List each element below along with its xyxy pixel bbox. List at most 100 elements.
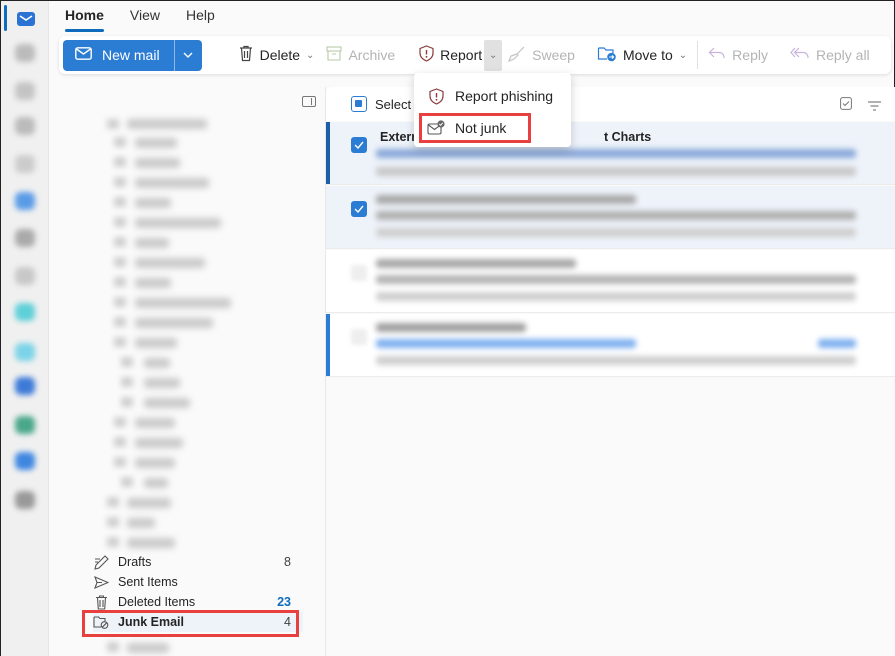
report-phishing-menu-item[interactable]: Report phishing [414,81,571,111]
tab-view[interactable]: View [130,5,160,31]
message-list-header: Select [326,87,895,121]
folder-label: Drafts [118,555,152,569]
message-body-blurred [376,167,856,176]
archive-icon [326,46,342,64]
chevron-down-icon: ⌄ [678,49,688,61]
chevron-down-icon: ⌄ [488,49,498,61]
message-checkbox[interactable] [351,329,367,345]
chevron-down-icon[interactable]: ⌄ [306,50,314,61]
new-mail-label: New mail [102,47,160,63]
message-preview-blurred [376,149,856,158]
message-row[interactable] [326,186,895,249]
message-row[interactable] [326,314,895,377]
attach-app-icon[interactable] [15,155,35,173]
delete-button[interactable]: Delete ⌄ [232,40,321,71]
message-body-blurred [376,356,856,365]
active-app-indicator [4,5,7,31]
tab-home[interactable]: Home [65,5,104,32]
move-to-button[interactable]: Move to ⌄ [591,40,693,71]
sweep-button[interactable]: Sweep [502,40,581,71]
message-sender-blurred [376,259,576,268]
report-dropdown-button[interactable]: ⌄ [484,39,503,71]
new-mail-split-button: New mail [63,39,202,71]
people-app-icon[interactable] [15,82,35,100]
new-mail-button[interactable]: New mail [63,39,174,71]
not-junk-label: Not junk [455,120,507,136]
message-sender-blurred [376,195,636,204]
message-list-pane: Select Extern t Charts [325,87,895,656]
message-subject: t Charts [604,130,652,144]
reply-all-label: Reply all [815,47,870,63]
teams-app-icon[interactable] [15,343,35,361]
send-icon [93,574,109,590]
folder-drafts[interactable]: Drafts 8 [93,552,303,572]
select-all-checkbox[interactable] [351,96,367,112]
reply-icon [708,47,726,63]
drafts-pencil-icon [93,554,109,570]
mail-app-icon[interactable] [17,12,35,26]
word-app-icon[interactable] [15,229,35,247]
message-checkbox[interactable] [351,137,367,153]
message-subject-blurred [376,339,636,348]
ribbon-divider [697,41,699,69]
calendar-app-icon[interactable] [15,44,35,62]
mail-checkmark-icon [427,119,445,137]
todo-app-icon[interactable] [15,192,35,210]
folder-move-icon [597,45,617,65]
report-button[interactable]: Report [413,40,488,71]
apps-app-icon[interactable] [15,267,35,285]
junk-folder-icon [93,614,109,630]
reply-all-icon [790,47,810,63]
not-junk-menu-item[interactable]: Not junk [414,113,571,143]
message-time-blurred [818,339,856,348]
message-row[interactable]: Extern t Charts [326,122,895,185]
outlook-app-icon[interactable] [15,377,35,395]
report-phishing-label: Report phishing [455,88,554,104]
folder-sent-items[interactable]: Sent Items [93,572,303,592]
excel-app-icon[interactable] [15,416,35,434]
select-label: Select [375,96,412,112]
folder-junk-email[interactable]: Junk Email 4 [93,612,303,632]
cloud-app-icon[interactable] [15,452,35,470]
unread-count: 8 [284,555,291,569]
unread-count: 4 [284,615,291,629]
chevron-down-icon [183,52,193,58]
folder-pane: Drafts 8 Sent Items Deleted Items 23 Jun… [49,79,325,656]
broom-icon [508,46,526,65]
sweep-label: Sweep [532,47,575,63]
unread-count: 23 [277,595,291,609]
mail-icon [75,47,92,63]
message-subject-blurred [376,275,856,284]
message-sender-blurred [376,323,526,332]
message-body-blurred [376,292,856,301]
message-row[interactable] [326,250,895,313]
message-subject-blurred [376,211,856,220]
tab-help[interactable]: Help [186,5,215,31]
folder-deleted-items[interactable]: Deleted Items 23 [93,592,303,612]
filter-icon[interactable] [868,99,881,114]
message-checkbox[interactable] [351,265,367,281]
report-dropdown-menu: Report phishing Not junk [414,73,571,147]
selection-mode-icon[interactable] [840,97,852,113]
shield-alert-icon [427,87,445,105]
reply-button[interactable]: Reply [702,40,774,71]
trash-icon [93,594,109,610]
report-label: Report [440,47,483,63]
message-body-blurred [376,228,856,237]
reply-all-button[interactable]: Reply all [784,40,876,71]
more-apps-icon[interactable] [15,491,35,509]
onedrive-app-icon[interactable] [15,303,35,321]
groups-app-icon[interactable] [15,117,35,135]
trash-icon [238,45,254,65]
archive-label: Archive [348,47,396,63]
archive-button[interactable]: Archive [320,40,401,71]
message-checkbox[interactable] [351,201,367,217]
collapse-pane-icon[interactable] [302,96,316,107]
new-mail-dropdown[interactable] [173,39,202,71]
delete-label: Delete [259,47,301,63]
folder-label: Sent Items [118,575,178,589]
folder-label: Deleted Items [118,595,196,609]
shield-alert-icon [419,45,434,65]
move-to-label: Move to [622,47,673,63]
folder-label: Junk Email [118,615,184,629]
